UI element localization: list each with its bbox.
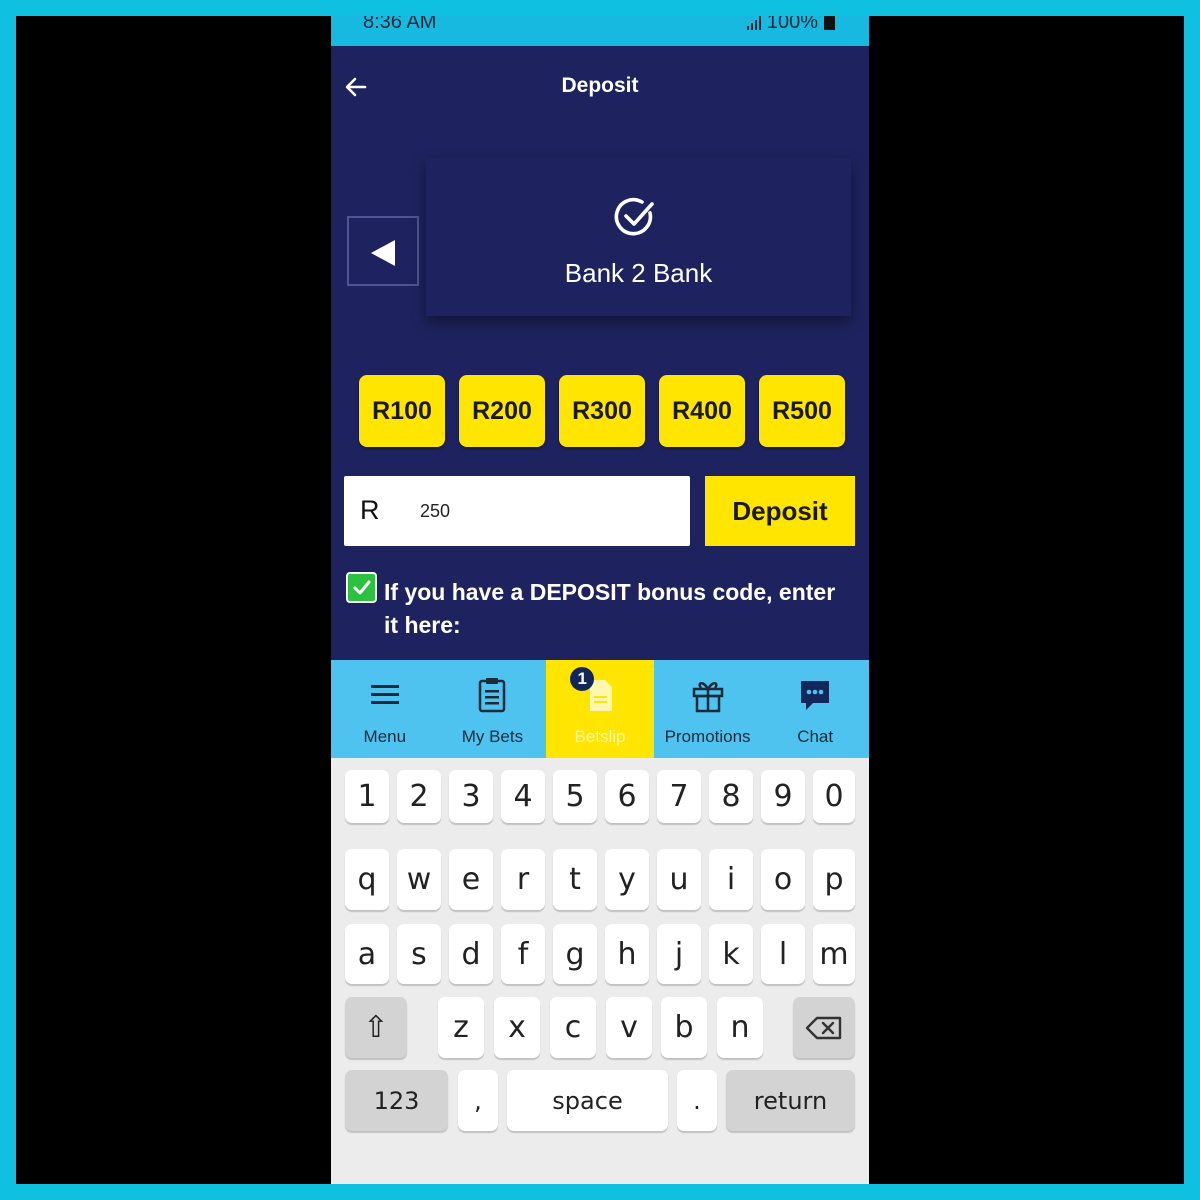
key-b[interactable]: b (661, 997, 707, 1058)
key-t[interactable]: t (553, 849, 597, 910)
key-n[interactable]: n (717, 997, 763, 1058)
key-h[interactable]: h (605, 924, 649, 984)
bonus-code-checkbox[interactable] (346, 572, 377, 603)
signal-icon (746, 16, 761, 30)
status-bar: 8:36 AM 100% (331, 16, 869, 46)
key-0[interactable]: 0 (813, 770, 855, 823)
amount-button-r400[interactable]: R400 (659, 375, 745, 447)
bottom-nav: Menu My Bets 1 Betslip Promotions Chat (331, 660, 869, 758)
backspace-icon (805, 1016, 842, 1039)
key-u[interactable]: u (657, 849, 701, 910)
clipboard-icon (479, 678, 506, 713)
nav-my-bets[interactable]: My Bets (439, 660, 547, 758)
currency-label: R (360, 495, 380, 525)
amount-button-r500[interactable]: R500 (759, 375, 845, 447)
key-r[interactable]: r (501, 849, 545, 910)
onscreen-keyboard: 1 2 3 4 5 6 7 8 9 0 q w e r t y u i o p … (331, 758, 869, 1184)
amount-button-r200[interactable]: R200 (459, 375, 545, 447)
nav-label-my-bets: My Bets (461, 727, 524, 746)
key-3[interactable]: 3 (449, 770, 493, 823)
amount-button-r300[interactable]: R300 (559, 375, 645, 447)
nav-label-betslip: Betslip (574, 727, 626, 746)
key-a[interactable]: a (345, 924, 389, 984)
nav-chat[interactable]: Chat (761, 660, 869, 758)
key-m[interactable]: m (813, 924, 855, 984)
period-key[interactable]: . (677, 1070, 717, 1131)
key-j[interactable]: j (657, 924, 701, 984)
key-f[interactable]: f (501, 924, 545, 984)
status-time: 8:36 AM (363, 16, 437, 33)
payment-method-label: Bank 2 Bank (564, 258, 713, 288)
arrow-left-icon (371, 240, 395, 266)
comma-key[interactable]: , (458, 1070, 498, 1131)
key-g[interactable]: g (553, 924, 597, 984)
key-e[interactable]: e (449, 849, 493, 910)
status-right: 100% (746, 16, 835, 34)
key-i[interactable]: i (709, 849, 753, 910)
battery-percent: 100% (766, 16, 818, 33)
key-k[interactable]: k (709, 924, 753, 984)
key-x[interactable]: x (494, 997, 540, 1058)
phone-screen: 8:36 AM 100% Deposit Bank 2 Bank R100 R2… (331, 16, 869, 1184)
key-v[interactable]: v (606, 997, 652, 1058)
key-4[interactable]: 4 (501, 770, 545, 823)
page-title: Deposit (561, 74, 639, 97)
key-z[interactable]: z (438, 997, 484, 1058)
battery-icon (824, 16, 835, 30)
key-o[interactable]: o (761, 849, 805, 910)
checkmark-icon (353, 580, 371, 595)
key-w[interactable]: w (397, 849, 441, 910)
key-d[interactable]: d (449, 924, 493, 984)
key-2[interactable]: 2 (397, 770, 441, 823)
nav-menu[interactable]: Menu (331, 660, 439, 758)
bonus-code-label: If you have a DEPOSIT bonus code, enter … (384, 579, 836, 638)
key-1[interactable]: 1 (345, 770, 389, 823)
nav-label-chat: Chat (797, 727, 834, 746)
key-y[interactable]: y (605, 849, 649, 910)
key-s[interactable]: s (397, 924, 441, 984)
payment-method-card[interactable]: Bank 2 Bank (426, 158, 851, 316)
betslip-count-badge: 1 (570, 667, 595, 691)
key-c[interactable]: c (550, 997, 596, 1058)
amount-button-r100[interactable]: R100 (359, 375, 445, 447)
quick-amounts: R100 R200 R300 R400 R500 (359, 375, 845, 447)
header: Deposit (331, 46, 869, 130)
nav-promotions[interactable]: Promotions (654, 660, 762, 758)
key-9[interactable]: 9 (761, 770, 805, 823)
return-key[interactable]: return (726, 1070, 855, 1131)
space-key[interactable]: space (507, 1070, 668, 1131)
key-8[interactable]: 8 (709, 770, 753, 823)
check-circle-icon (614, 197, 654, 236)
key-q[interactable]: q (345, 849, 389, 910)
amount-input[interactable] (420, 494, 670, 528)
nav-label-menu: Menu (363, 727, 407, 746)
previous-method-button[interactable] (347, 216, 419, 286)
nav-betslip[interactable]: 1 Betslip (546, 660, 654, 758)
nav-label-promotions: Promotions (664, 727, 751, 746)
chat-icon (801, 681, 830, 710)
backspace-key[interactable] (793, 997, 855, 1058)
deposit-button[interactable]: Deposit (705, 476, 855, 546)
key-p[interactable]: p (813, 849, 855, 910)
gift-icon (692, 682, 723, 713)
key-5[interactable]: 5 (553, 770, 597, 823)
key-l[interactable]: l (761, 924, 805, 984)
amount-field[interactable]: R (344, 476, 690, 546)
menu-icon (370, 685, 399, 704)
key-6[interactable]: 6 (605, 770, 649, 823)
shift-key[interactable]: ⇧ (345, 997, 407, 1058)
numbers-mode-key[interactable]: 123 (345, 1070, 448, 1131)
key-7[interactable]: 7 (657, 770, 701, 823)
